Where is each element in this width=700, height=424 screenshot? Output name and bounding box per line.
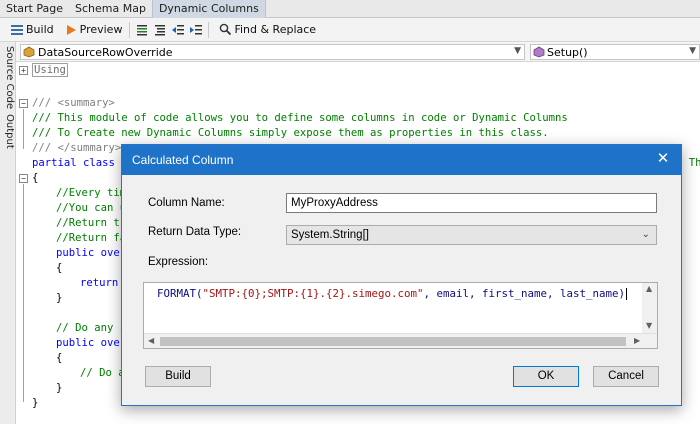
build-icon [8,21,26,39]
using-region[interactable]: Using [32,63,68,77]
find-replace-button[interactable]: Find & Replace [212,20,320,40]
scroll-right-icon[interactable]: ▶ [634,336,640,345]
chevron-down-icon: ▼ [514,46,521,56]
class-icon [23,46,35,58]
build-button[interactable]: Build [4,20,58,40]
method-selector-value: Setup() [547,45,588,59]
toolbar-separator [129,21,131,38]
code-line: //Return fa [56,232,127,244]
code-line: /// <summary> [32,97,115,109]
expression-editor[interactable]: FORMAT("SMTP:{0};SMTP:{1}.{2}.simego.com… [143,282,658,349]
tab-source-code[interactable]: Source Code [1,46,15,109]
code-line: /// To Create new Dynamic Columns simply… [32,127,549,139]
code-line: //You can u [56,202,127,214]
code-line: } [56,292,63,304]
scroll-left-icon[interactable]: ◀ [148,336,154,345]
code-line: partial class D [32,157,128,169]
preview-button[interactable]: Preview [58,20,127,40]
code-line: /// </summary> [32,142,122,154]
expand-icon[interactable]: + [19,66,28,75]
cancel-button[interactable]: Cancel [593,366,659,387]
code-line: // Do a [80,367,125,379]
horizontal-scrollbar[interactable]: ◀ ▶ [144,333,657,348]
code-line: { [56,352,63,364]
code-line: { [32,172,39,184]
comment-lines-icon[interactable] [133,21,151,39]
class-selector-value: DataSourceRowOverride [38,45,173,59]
side-panel-tabs: Source Code Output [0,42,16,424]
column-name-label: Column Name: [148,197,225,209]
expr-function: FORMAT( [157,287,203,300]
return-type-select[interactable]: System.String[] ⌄ [286,225,657,245]
code-line: } [56,382,63,394]
collapse-icon[interactable]: − [19,99,28,108]
fold-guide [23,184,24,402]
document-tabs: Start Page Schema Map Dynamic Columns [0,0,700,18]
code-line: //Return tr [56,217,127,229]
preview-label: Preview [79,23,123,36]
tab-dynamic-columns[interactable]: Dynamic Columns [151,0,266,18]
fold-guide [23,109,24,149]
chevron-down-icon: ⌄ [641,229,650,240]
scrollbar-thumb[interactable] [160,337,626,346]
code-line: } [32,397,39,409]
outdent-icon[interactable] [169,21,187,39]
play-icon [62,21,80,39]
code-line: Using [32,63,68,78]
code-line: { [56,262,63,274]
close-icon[interactable]: ✕ [655,150,671,168]
uncomment-lines-icon[interactable] [151,21,169,39]
scroll-up-icon[interactable]: ▲ [646,284,652,293]
member-selector-bar: DataSourceRowOverride ▼ Setup() ▼ [16,42,700,62]
expression-text: FORMAT("SMTP:{0};SMTP:{1}.{2}.simego.com… [157,287,628,300]
return-type-value: System.String[] [291,229,369,241]
code-line: return [80,277,119,289]
code-line: /// This module of code allows you to de… [32,112,568,124]
calculated-column-dialog: Calculated Column ✕ Column Name: MyProxy… [121,144,682,406]
ok-button[interactable]: OK [513,366,579,387]
tab-output[interactable]: Output [1,114,15,149]
method-selector[interactable]: Setup() ▼ [530,44,700,60]
toolbar: Build Preview Find & Replace [0,18,700,42]
expr-string: "SMTP:{0};SMTP:{1}.{2}.simego.com" [202,287,424,300]
tab-start-page[interactable]: Start Page [0,0,69,18]
column-name-field[interactable]: MyProxyAddress [286,193,657,213]
magnifier-icon [216,21,234,39]
collapse-icon[interactable]: − [19,174,28,183]
indent-icon[interactable] [187,21,205,39]
code-line: public over [56,337,127,349]
return-type-label: Return Data Type: [148,226,242,238]
chevron-down-icon: ▼ [689,46,696,56]
dialog-title: Calculated Column [122,145,681,175]
method-icon [533,46,545,58]
class-selector[interactable]: DataSourceRowOverride ▼ [20,44,525,60]
code-line: //Every tim [56,187,127,199]
scroll-down-icon[interactable]: ▼ [646,321,652,330]
code-line: public over [56,247,127,259]
tab-schema-map[interactable]: Schema Map [69,0,152,18]
vertical-scrollbar[interactable]: ▲ ▼ [642,283,657,334]
expression-label: Expression: [148,256,209,268]
find-replace-label: Find & Replace [234,23,317,36]
text-caret [626,288,628,300]
code-line: // Do any s [56,322,127,334]
build-label: Build [26,23,54,36]
expr-args: , email, first_name, last_name) [423,287,626,300]
build-button[interactable]: Build [145,366,211,387]
toolbar-separator [208,21,210,38]
